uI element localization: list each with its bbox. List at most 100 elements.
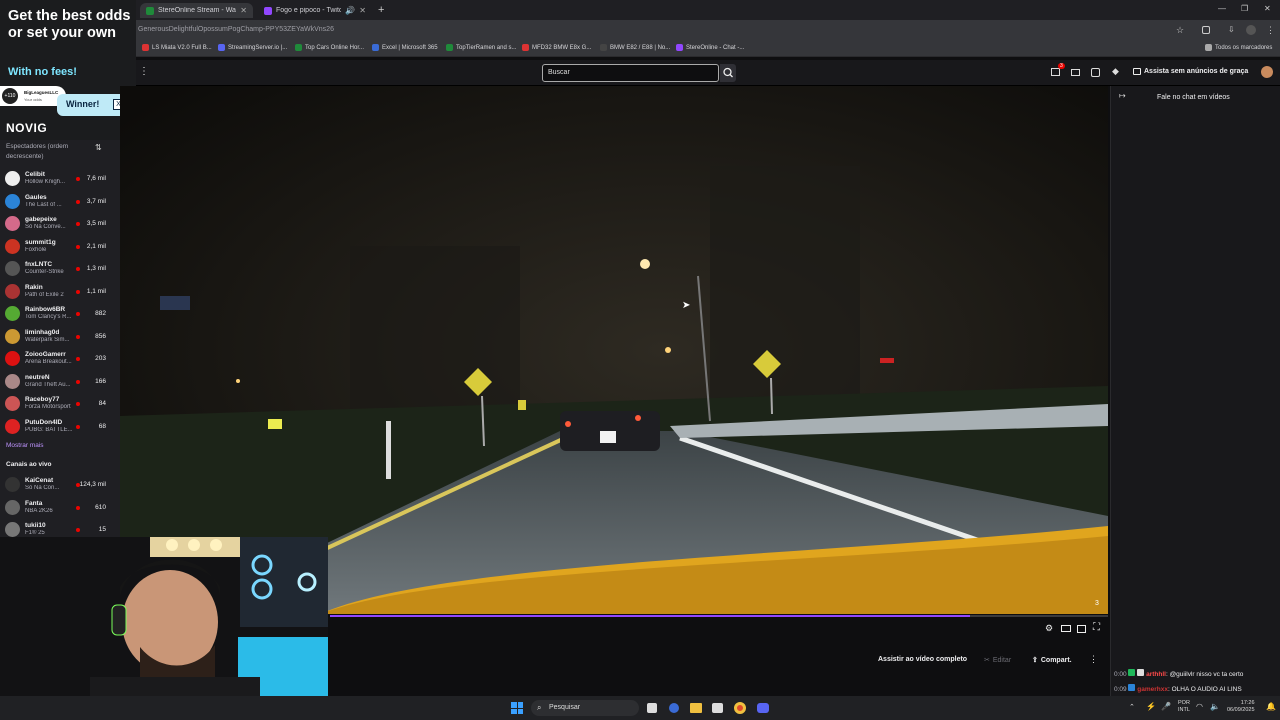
speaker-icon[interactable]: 🔊 xyxy=(345,6,355,15)
sidebar-channel-item[interactable]: Rainbow6BR Tom Clancy's R... 882 xyxy=(0,303,120,325)
sidebar-channel-item[interactable]: ZoiooGamerr Arena Breakout... 203 xyxy=(0,348,120,370)
collapse-chat-icon[interactable]: ↦ xyxy=(1119,91,1126,100)
sidebar-channel-item[interactable]: neutreN Grand Theft Au... 166 xyxy=(0,371,120,393)
bits-icon[interactable]: ◆ xyxy=(1112,66,1119,77)
settings-gear-icon[interactable]: ⚙ xyxy=(1045,623,1053,634)
inbox-icon[interactable] xyxy=(1051,68,1060,76)
profile-avatar[interactable] xyxy=(1246,25,1256,35)
downloads-icon[interactable]: ⇩ xyxy=(1228,25,1235,34)
maximize-button[interactable]: ❐ xyxy=(1241,4,1248,13)
url-text[interactable]: GenerousDelightfulOpossumPogChamp-PPY53Z… xyxy=(138,26,334,33)
network-icon[interactable]: ⚡ xyxy=(1146,702,1156,711)
webcam-image xyxy=(0,537,328,720)
whispers-icon[interactable] xyxy=(1071,69,1080,76)
more-icon[interactable]: ⋮ xyxy=(139,66,149,77)
sort-toggle-icon[interactable]: ⇅ xyxy=(95,143,102,152)
channel-avatar xyxy=(5,283,20,299)
start-button[interactable] xyxy=(511,702,523,714)
bookmark-item[interactable]: Excel | Microsoft 365 xyxy=(372,44,438,51)
sidebar-channel-item[interactable]: summit1g Foxhole 2,1 mil xyxy=(0,236,120,258)
task-view-icon[interactable] xyxy=(647,703,657,713)
sidebar-channel-item[interactable]: Fanta NBA 2K26 610 xyxy=(0,497,120,519)
tv-icon xyxy=(1133,68,1141,75)
share-button[interactable]: ⇪ Compart. xyxy=(1032,656,1072,665)
theatre-mode-icon[interactable] xyxy=(1061,625,1071,632)
channel-name: PutuDon4ID xyxy=(25,418,63,426)
sidebar-channel-item[interactable]: KaiCenat Só Na Con... 124,3 mil xyxy=(0,474,120,496)
close-icon[interactable]: ✕ xyxy=(240,6,247,15)
tab-twitch[interactable]: Fogo e pipoco - Twitch 🔊 ✕ xyxy=(258,3,372,18)
notifications-bell-icon[interactable]: 🔔 xyxy=(1266,702,1276,711)
channel-avatar xyxy=(5,477,20,492)
file-explorer-icon[interactable] xyxy=(690,703,702,713)
channel-avatar xyxy=(5,216,20,231)
bookmark-favicon-icon xyxy=(295,44,302,51)
show-more-link[interactable]: Mostrar mais xyxy=(6,442,44,449)
channel-avatar xyxy=(5,522,20,537)
close-window-button[interactable]: ✕ xyxy=(1264,4,1271,13)
menu-kebab-icon[interactable]: ⋮ xyxy=(1266,25,1275,36)
bookmark-item[interactable]: StreamingServer.io |... xyxy=(218,44,287,51)
bookmark-item[interactable]: TopTierRamen and s... xyxy=(446,44,516,51)
minimize-button[interactable]: — xyxy=(1218,4,1226,13)
sidebar-channel-item[interactable]: PutuDon4ID PUBG: BATTLE... 68 xyxy=(0,416,120,438)
language-indicator[interactable]: POR INTL xyxy=(1178,700,1190,714)
edit-button[interactable]: ✂ Editar xyxy=(984,656,1011,665)
prime-icon[interactable] xyxy=(1091,68,1100,77)
bookmark-item[interactable]: Top Cars Online Hor... xyxy=(295,44,364,51)
miniplayer-icon[interactable] xyxy=(1077,625,1086,633)
channel-name: Celibit xyxy=(25,171,45,178)
bookmark-item[interactable]: MFD32 BMW E8x G... xyxy=(522,44,591,51)
watch-full-video-button[interactable]: Assistir ao vídeo completo xyxy=(878,656,967,663)
store-icon[interactable] xyxy=(712,703,723,713)
sidebar-channel-item[interactable]: Raceboy77 Forza Motorsport 84 xyxy=(0,393,120,415)
sidebar-channel-item[interactable]: gabepeixe Só Na Conve... 3,5 mil xyxy=(0,213,120,235)
sidebar-channel-item[interactable]: Rakin Path of Exile 2 1,1 mil xyxy=(0,281,120,303)
search-button[interactable] xyxy=(720,64,736,82)
ad-subline: With no fees! xyxy=(8,66,77,78)
windows-taskbar xyxy=(0,696,1280,720)
taskbar-search[interactable] xyxy=(531,700,639,716)
sidebar-channel-item[interactable]: Gaules The Last of ... 3,7 mil xyxy=(0,191,120,213)
more-options-icon[interactable]: ⋮ xyxy=(1089,654,1098,665)
tray-chevron-icon[interactable]: ⌃ xyxy=(1129,703,1135,711)
adfree-button[interactable]: Assista sem anúncios de graça xyxy=(1133,68,1248,75)
tab-stereonline[interactable]: StereOnline Stream - Watch Live ✕ xyxy=(140,3,253,18)
sidebar-channel-item[interactable]: fnxLNTC Counter-Strike 1,3 mil xyxy=(0,258,120,280)
discord-icon[interactable] xyxy=(757,703,769,713)
clock[interactable]: 17:26 06/09/2025 xyxy=(1227,700,1255,714)
fullscreen-icon[interactable]: ⛶ xyxy=(1093,622,1100,633)
mic-icon[interactable]: 🎤 xyxy=(1161,702,1171,711)
all-bookmarks[interactable]: Todos os marcadores xyxy=(1205,44,1272,51)
close-icon[interactable]: ✕ xyxy=(359,6,366,15)
share-icon: ⇪ xyxy=(1032,657,1038,664)
video-counter: 3 xyxy=(1095,600,1099,607)
search-input[interactable]: Buscar xyxy=(542,64,719,82)
viewer-count: 882 xyxy=(95,310,106,317)
star-icon[interactable]: ☆ xyxy=(1176,25,1184,36)
copilot-icon[interactable] xyxy=(669,703,679,713)
video-player[interactable]: 3 xyxy=(120,86,1108,614)
bookmark-item[interactable]: BMW E82 / E88 | No... xyxy=(600,44,670,51)
chrome-icon[interactable] xyxy=(734,702,746,714)
sidebar-channel-item[interactable]: Celibit Hollow Knigh... 7,6 mil xyxy=(0,168,120,190)
wifi-icon[interactable]: ◠ xyxy=(1196,702,1203,711)
badge-icon xyxy=(1128,684,1136,691)
new-tab-button[interactable]: + xyxy=(378,4,384,16)
channel-game: Waterpark Sim... xyxy=(25,336,70,343)
channel-name: Fanta xyxy=(25,499,43,507)
channel-avatar xyxy=(5,193,20,209)
sidebar-channel-item[interactable]: liminhag0d Waterpark Sim... 856 xyxy=(0,326,120,348)
channel-avatar xyxy=(5,328,20,344)
channel-game: Counter-Strike xyxy=(25,269,64,275)
badge-icon xyxy=(1128,669,1136,676)
chat-panel: ↦ Fale no chat em vídeos xyxy=(1110,86,1280,696)
volume-icon[interactable]: 🔈 xyxy=(1210,702,1220,711)
bookmark-item[interactable]: StereOnline - Chat -... xyxy=(676,44,744,51)
viewer-count: 2,1 mil xyxy=(86,242,106,250)
novig-ad-overlay[interactable]: Get the best odds or set your own With n… xyxy=(0,0,136,140)
bookmark-item[interactable]: LS Miata V2.0 Full B... xyxy=(142,44,212,51)
extensions-icon[interactable] xyxy=(1202,26,1210,34)
user-avatar[interactable] xyxy=(1261,66,1273,78)
live-dot-icon xyxy=(76,505,80,510)
